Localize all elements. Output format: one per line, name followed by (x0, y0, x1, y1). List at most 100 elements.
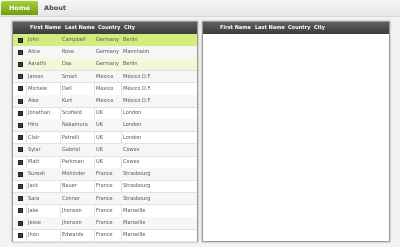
cell-city: México D.F. (123, 73, 152, 80)
table-row[interactable]: Hiro Nakamura UK London (13, 119, 197, 133)
cell-last-name: Bauer (62, 183, 77, 190)
cell-country: Germany (96, 61, 119, 68)
column-header-first-name[interactable]: First Name (30, 22, 61, 34)
cell-last-name: Edwards (62, 232, 84, 239)
row-checkbox[interactable] (18, 208, 23, 214)
table-row[interactable]: Jhon Edwards France Marseille (13, 229, 197, 242)
cell-city: Mannheim (123, 49, 150, 56)
cell-last-name: Campbell (62, 37, 86, 43)
column-header-last-name[interactable]: Last Name (65, 22, 95, 34)
table-row[interactable]: Alex Kurt Mexico México D.F. (13, 95, 197, 108)
tab-home[interactable]: Home (1, 1, 38, 15)
cell-country: UK (96, 146, 103, 153)
table-row[interactable]: John Campbell Germany Berlin (13, 34, 197, 47)
cell-city: Berlin (123, 37, 138, 43)
column-header-last-name[interactable]: Last Name (255, 22, 285, 34)
row-checkbox[interactable] (18, 110, 23, 116)
cell-last-name: Parkman (62, 159, 84, 165)
table-row[interactable]: Aarathi Das Germany Berlin (13, 58, 197, 72)
tab-bar: Home About (0, 0, 400, 17)
cell-city: Strasbourg (123, 171, 151, 178)
cell-last-name: Dell (62, 85, 72, 92)
column-header-country[interactable]: Country (98, 22, 120, 34)
cell-city: Marseille (123, 220, 146, 226)
cell-city: México D.F. (123, 98, 152, 104)
cell-city: Berlin (123, 61, 138, 68)
cell-first-name: John (28, 37, 39, 43)
cell-city: Marseille (123, 232, 146, 239)
cell-last-name: Mohinder (62, 171, 86, 178)
cell-first-name: Sara (28, 195, 40, 202)
table-row[interactable]: Jonathan Scofield UK London (13, 107, 197, 120)
cell-city: Cowes (123, 146, 140, 153)
row-checkbox[interactable] (18, 135, 23, 141)
row-checkbox[interactable] (18, 159, 23, 165)
row-checkbox[interactable] (18, 220, 23, 226)
cell-city: Cowes (123, 159, 140, 165)
cell-last-name: Patrelli (62, 134, 80, 141)
table-row[interactable]: Sara Conner France Strasbourg (13, 192, 197, 206)
row-checkbox[interactable] (18, 74, 23, 80)
cell-city: London (123, 122, 142, 129)
row-checkbox[interactable] (18, 232, 23, 238)
column-header-first-name[interactable]: First Name (220, 22, 251, 34)
cell-last-name: Scofield (62, 110, 82, 117)
cell-last-name: Nakamura (62, 122, 88, 129)
cell-country: Mexico (96, 73, 114, 80)
table-row[interactable]: Clair Patrelli UK London (13, 132, 197, 145)
table-row[interactable]: Matt Parkman UK Cowes (13, 156, 197, 169)
cell-first-name: Michele (28, 85, 48, 92)
cell-city: London (123, 134, 142, 141)
cell-country: Mexico (96, 85, 114, 92)
table-row[interactable]: Suresh Mohinder France Strasbourg (13, 168, 197, 181)
cell-last-name: Das (62, 61, 72, 68)
left-grid-panel: First Name Last Name Country City John Ca… (12, 21, 198, 242)
cell-first-name: Sylar (28, 146, 41, 153)
row-checkbox[interactable] (18, 183, 23, 189)
cell-country: UK (96, 134, 103, 141)
table-row[interactable]: Alice Rose Germany Mannheim (13, 46, 197, 59)
row-checkbox[interactable] (18, 98, 23, 104)
cell-city: London (123, 110, 142, 117)
table-row[interactable]: Jake Jhonson France Marseille (13, 205, 197, 218)
row-checkbox[interactable] (18, 37, 23, 43)
cell-first-name: James (28, 73, 44, 80)
table-row[interactable]: Jack Bauer France Strasbourg (13, 180, 197, 194)
cell-city: Strasbourg (123, 183, 151, 190)
cell-country: Germany (96, 49, 119, 56)
table-row[interactable]: Sylar Gabriel UK Cowes (13, 143, 197, 157)
row-checkbox[interactable] (18, 122, 23, 128)
column-header-country[interactable]: Country (288, 22, 310, 34)
table-row[interactable]: James Smart Mexico México D.F. (13, 70, 197, 84)
cell-last-name: Conner (62, 195, 81, 202)
row-checkbox[interactable] (18, 86, 23, 92)
cell-first-name: Jesse (28, 220, 41, 226)
cell-last-name: Jhonson (62, 207, 82, 214)
row-checkbox[interactable] (18, 147, 23, 153)
cell-first-name: Jack (28, 183, 39, 190)
column-header-city[interactable]: City (124, 22, 135, 34)
column-header-city[interactable]: City (314, 22, 325, 34)
table-row[interactable]: Jesse Jhonson France Marseille (13, 217, 197, 230)
row-checkbox[interactable] (18, 61, 23, 67)
cell-country: France (96, 171, 113, 178)
cell-city: México D.F. (123, 85, 152, 92)
cell-first-name: Hiro (28, 122, 39, 129)
row-checkbox[interactable] (18, 171, 23, 177)
cell-first-name: Aarathi (28, 61, 47, 68)
tab-about[interactable]: About (38, 1, 72, 15)
right-grid-panel: First Name Last Name Country City (202, 21, 390, 242)
cell-country: France (96, 195, 113, 202)
cell-country: France (96, 183, 113, 190)
cell-city: Marseille (123, 207, 146, 214)
row-checkbox[interactable] (18, 49, 23, 55)
cell-country: UK (96, 122, 103, 129)
left-grid-header: First Name Last Name Country City (13, 22, 197, 34)
cell-last-name: Gabriel (62, 146, 81, 153)
cell-last-name: Smart (62, 73, 78, 80)
table-row[interactable]: Michele Dell Mexico México D.F. (13, 83, 197, 96)
row-checkbox[interactable] (18, 196, 23, 202)
cell-country: France (96, 220, 113, 226)
cell-country: France (96, 207, 113, 214)
cell-first-name: Suresh (28, 171, 46, 178)
